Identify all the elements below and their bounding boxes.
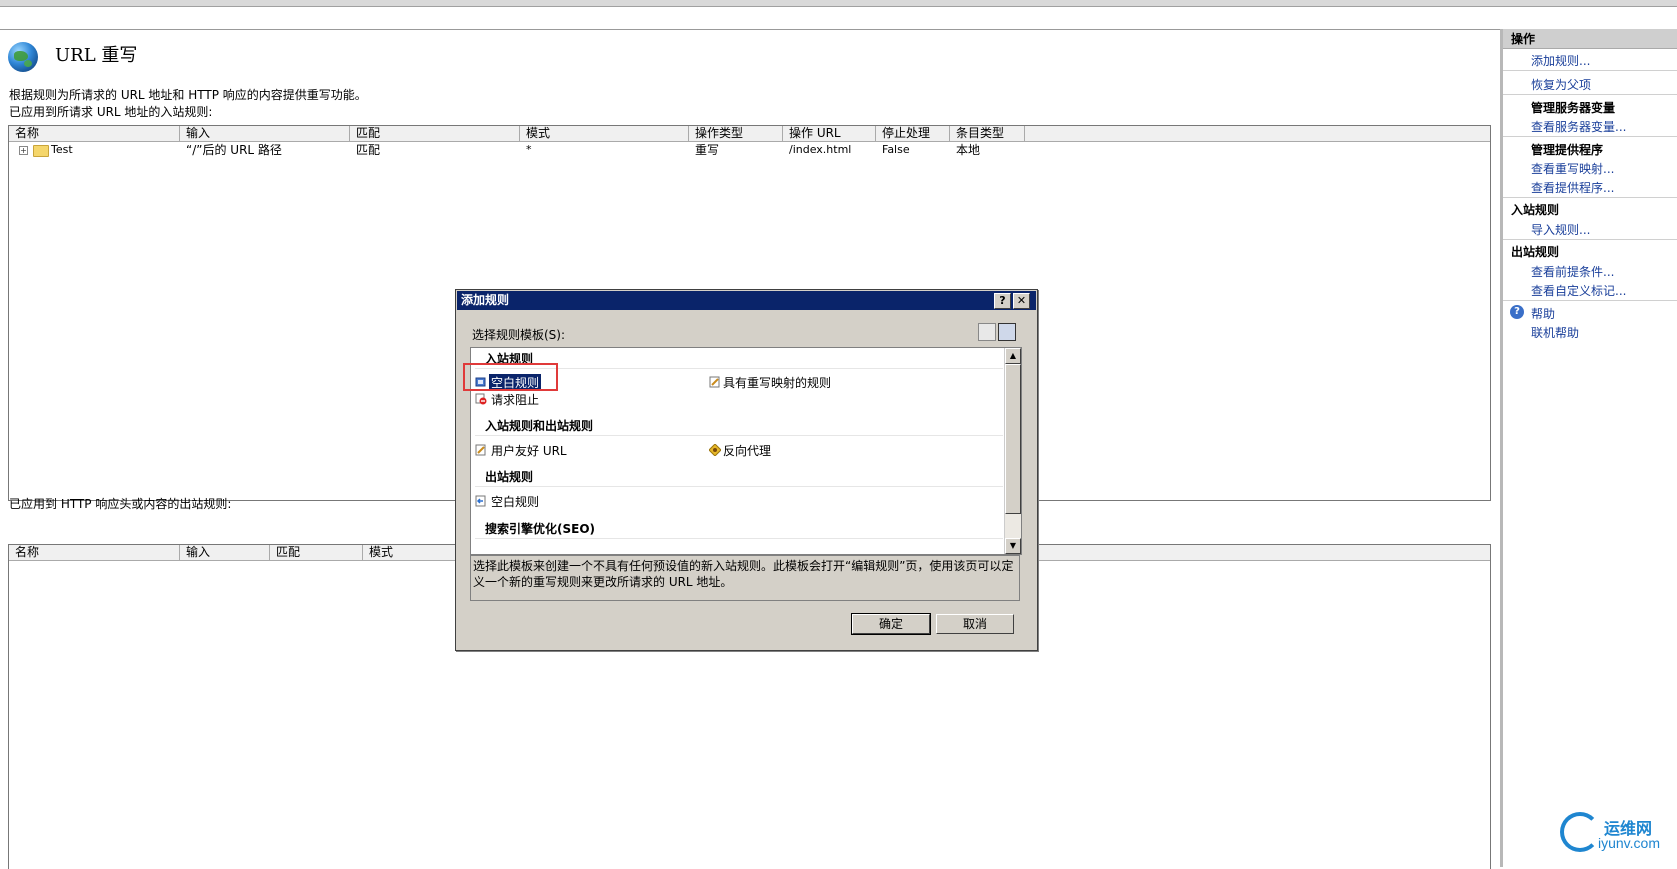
- friendly-url-label: 用户友好 URL: [491, 444, 567, 458]
- column-pattern[interactable]: 模式: [363, 545, 456, 560]
- list-view-icon[interactable]: [978, 323, 996, 341]
- add-rule-dialog: 添加规则 ? ✕ 选择规则模板(S): 入站规则 空白规则 具有重写映射的规则 …: [455, 289, 1038, 651]
- column-pattern[interactable]: 模式: [520, 126, 689, 141]
- section-outbound: 出站规则: [485, 470, 534, 484]
- dialog-close-button[interactable]: ✕: [1013, 293, 1030, 309]
- view-rewrite-maps-link[interactable]: 查看重写映射...: [1531, 160, 1614, 177]
- divider: [475, 538, 1003, 539]
- column-name[interactable]: 名称: [9, 126, 180, 141]
- view-server-vars-link[interactable]: 查看服务器变量...: [1531, 118, 1626, 135]
- column-entry-type[interactable]: 条目类型: [950, 126, 1025, 141]
- folder-icon: [33, 145, 49, 157]
- scroll-thumb[interactable]: [1005, 364, 1021, 514]
- outbound-blank-rule-label: 空白规则: [491, 495, 540, 509]
- request-block-icon: [475, 393, 487, 405]
- divider: [1503, 94, 1677, 95]
- providers-section: 管理提供程序: [1531, 143, 1604, 157]
- page-description: 根据规则为所请求的 URL 地址和 HTTP 响应的内容提供重写功能。: [9, 88, 367, 102]
- view-custom-tags-link[interactable]: 查看自定义标记...: [1531, 282, 1626, 299]
- dialog-help-button[interactable]: ?: [994, 293, 1011, 309]
- add-rule-link[interactable]: 添加规则...: [1531, 52, 1590, 69]
- rule-pattern: *: [526, 143, 532, 156]
- request-block-label: 请求阻止: [491, 393, 540, 407]
- column-stop[interactable]: 停止处理: [876, 126, 950, 141]
- divider: [1503, 136, 1677, 137]
- server-vars-section: 管理服务器变量: [1531, 101, 1616, 115]
- section-seo: 搜索引擎优化(SEO): [485, 522, 596, 536]
- window-top-border: [0, 0, 1677, 7]
- divider: [475, 486, 1003, 487]
- globe-icon: [8, 42, 38, 72]
- scroll-down-icon[interactable]: ▼: [1005, 538, 1021, 554]
- column-action-type[interactable]: 操作类型: [689, 126, 783, 141]
- rule-input: “/”后的 URL 路径: [186, 143, 282, 157]
- highlight-box: [463, 363, 558, 391]
- watermark-logo-icon: [1560, 812, 1600, 852]
- inbound-section: 入站规则: [1511, 203, 1560, 217]
- section-inbound-outbound: 入站规则和出站规则: [485, 419, 594, 433]
- actions-pane: 操作 添加规则... 恢复为父项 管理服务器变量 查看服务器变量... 管理提供…: [1500, 29, 1677, 867]
- online-help-link[interactable]: 联机帮助: [1531, 324, 1579, 341]
- import-rules-link[interactable]: 导入规则...: [1531, 221, 1590, 238]
- outbound-caption: 已应用到 HTTP 响应头或内容的出站规则:: [9, 497, 232, 511]
- rewrite-map-icon: [709, 376, 720, 388]
- outbound-rule-icon: [475, 495, 486, 507]
- divider: [1503, 197, 1677, 198]
- rule-action-url: /index.html: [789, 143, 852, 156]
- divider: [475, 435, 1003, 436]
- view-providers-link[interactable]: 查看提供程序...: [1531, 179, 1614, 196]
- column-input[interactable]: 输入: [180, 126, 350, 141]
- column-match[interactable]: 匹配: [270, 545, 363, 560]
- page-title: URL 重写: [55, 45, 138, 66]
- rule-name: Test: [51, 143, 73, 156]
- column-match[interactable]: 匹配: [350, 126, 520, 141]
- actions-header: 操作: [1503, 29, 1677, 49]
- column-action-url[interactable]: 操作 URL: [783, 126, 876, 141]
- table-header: 名称 输入 匹配 模式 操作类型 操作 URL 停止处理 条目类型: [9, 126, 1490, 142]
- list-scrollbar[interactable]: ▲ ▼: [1004, 348, 1021, 554]
- column-input[interactable]: 输入: [180, 545, 270, 560]
- rule-match: 匹配: [356, 143, 381, 157]
- help-icon: ?: [1510, 305, 1524, 319]
- rule-action-type: 重写: [695, 143, 720, 157]
- rule-entry-type: 本地: [956, 143, 981, 157]
- divider: [1503, 239, 1677, 240]
- rule-stop: False: [882, 143, 910, 156]
- divider: [1503, 70, 1677, 71]
- watermark-url: iyunv.com: [1598, 835, 1660, 851]
- revert-parent-link[interactable]: 恢复为父项: [1531, 76, 1591, 93]
- scroll-up-icon[interactable]: ▲: [1005, 348, 1021, 364]
- reverse-proxy-icon: [709, 444, 721, 456]
- divider: [1503, 300, 1677, 301]
- table-row[interactable]: + Test “/”后的 URL 路径 匹配 * 重写 /index.html …: [9, 142, 1490, 158]
- template-description: 选择此模板来创建一个不具有任何预设值的新入站规则。此模板会打开“编辑规则”页，使…: [470, 555, 1020, 601]
- column-name[interactable]: 名称: [9, 545, 180, 560]
- map-rule-label: 具有重写映射的规则: [723, 376, 832, 390]
- cancel-button[interactable]: 取消: [936, 614, 1014, 634]
- view-preconditions-link[interactable]: 查看前提条件...: [1531, 263, 1614, 280]
- help-link[interactable]: 帮助: [1531, 305, 1555, 322]
- reverse-proxy-label: 反向代理: [723, 444, 772, 458]
- friendly-url-icon: [475, 444, 486, 456]
- dialog-title: 添加规则: [457, 291, 1036, 310]
- tile-view-icon[interactable]: [998, 323, 1016, 341]
- outbound-section: 出站规则: [1511, 245, 1560, 259]
- ok-button[interactable]: 确定: [851, 613, 931, 635]
- inbound-caption: 已应用到所请求 URL 地址的入站规则:: [9, 105, 213, 119]
- expand-icon[interactable]: +: [19, 146, 28, 155]
- template-label: 选择规则模板(S):: [472, 328, 566, 342]
